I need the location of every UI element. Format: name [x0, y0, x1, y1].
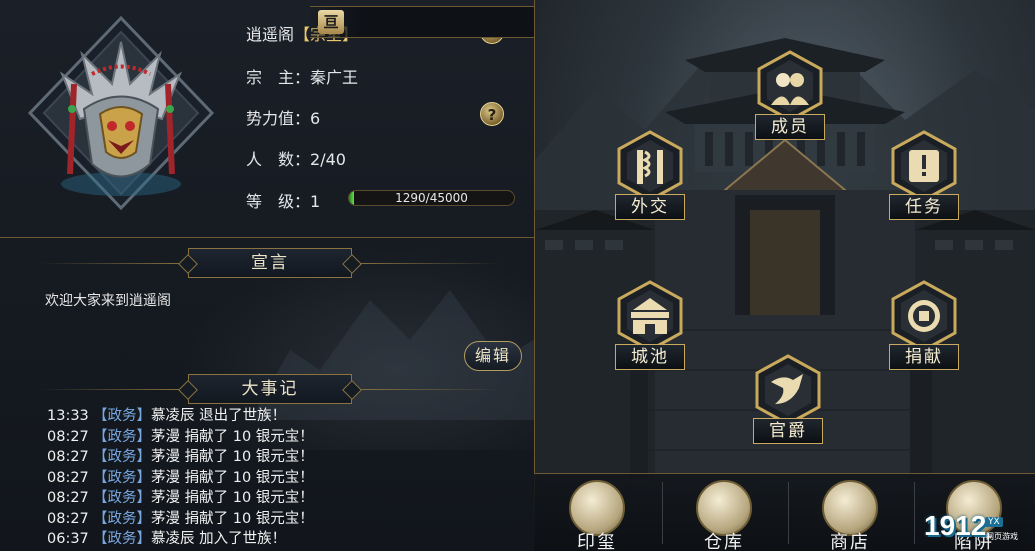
guild-info-panel: 逍遥阁【宗室】 宗 主：秦广王 势力值：6 人 数：2/40 等 级：1 ? ?…: [0, 0, 534, 551]
event-category: 【政务】: [93, 490, 151, 506]
members-icon: [757, 50, 823, 122]
donate-button[interactable]: 捐献: [885, 280, 963, 372]
donate-label: 捐献: [889, 344, 959, 370]
event-row: 06:37 【政务】慕凌辰 加入了世族！: [47, 529, 517, 550]
banner-line-left: [40, 389, 188, 390]
member-count-label: 人 数：: [246, 150, 311, 169]
event-row: 08:27 【政务】茅漫 捐献了 10 银元宝！: [47, 509, 517, 530]
event-time: 08:27: [47, 490, 89, 506]
guild-hall-scene: 成员 外交 任务 城池 捐献 官爵: [534, 0, 1035, 551]
event-row: 08:27 【政务】茅漫 捐献了 10 银元宝！: [47, 488, 517, 509]
leader-label: 宗 主：: [246, 68, 311, 87]
event-text: 茅漫 捐献了 10 银元宝！: [151, 449, 314, 465]
level-value: 1: [310, 192, 321, 211]
donate-icon: [891, 280, 957, 352]
help-icon[interactable]: ?: [480, 102, 504, 126]
event-category: 【政务】: [93, 531, 151, 547]
event-text: 茅漫 捐献了 10 银元宝！: [151, 490, 314, 506]
banner-line-right: [352, 263, 502, 264]
events-banner: 大事记: [188, 374, 352, 404]
banner-line-left: [40, 263, 188, 264]
shop-button[interactable]: 商店: [818, 480, 882, 551]
event-text: 慕凌辰 加入了世族！: [151, 531, 287, 547]
event-row: 08:27 【政务】茅漫 捐献了 10 银元宝！: [47, 427, 517, 448]
guild-leader-row: 宗 主：秦广王: [246, 64, 358, 88]
event-time: 06:37: [47, 531, 89, 547]
banner-line-right: [352, 389, 502, 390]
tasks-button[interactable]: 任务: [885, 130, 963, 222]
event-time: 08:27: [47, 449, 89, 465]
event-category: 【政务】: [93, 510, 151, 527]
declaration-text: 欢迎大家来到逍遥阁: [45, 293, 171, 309]
rank-button[interactable]: 官爵: [749, 354, 827, 446]
tasks-label: 任务: [889, 194, 959, 220]
event-text: 茅漫 捐献了 10 银元宝！: [151, 469, 314, 486]
bottom-separator: [662, 482, 663, 544]
event-time: 08:27: [47, 428, 89, 445]
site-watermark-tag: YX: [985, 517, 1003, 527]
city-button[interactable]: 城池: [611, 280, 689, 372]
warehouse-button[interactable]: 仓库: [692, 480, 756, 551]
members-button[interactable]: 成员: [751, 50, 829, 142]
guild-power-row: 势力值：6: [246, 105, 320, 129]
warehouse-label: 仓库: [704, 532, 744, 551]
member-count-value: 2/40: [310, 150, 346, 169]
guild-exp-bar: 1290/45000: [348, 190, 515, 206]
section-divider: [0, 237, 534, 238]
event-time: 08:27: [47, 510, 89, 527]
event-category: 【政务】: [93, 469, 151, 486]
event-time: 13:33: [47, 408, 89, 424]
edit-declaration-button[interactable]: 编辑: [464, 341, 522, 371]
event-text: 慕凌辰 退出了世族！: [151, 408, 287, 424]
city-label: 城池: [615, 344, 685, 370]
guild-emblem-icon: [27, 15, 215, 211]
title-emblem-icon: 亘: [318, 10, 344, 34]
site-watermark-sub: 网页游戏: [986, 532, 1018, 541]
event-text: 茅漫 捐献了 10 银元宝！: [151, 510, 314, 527]
event-text: 茅漫 捐献了 10 银元宝！: [151, 428, 314, 445]
event-category: 【政务】: [93, 449, 151, 465]
diplomacy-label: 外交: [615, 194, 685, 220]
guild-name: 逍遥阁: [246, 25, 295, 44]
power-value: 6: [310, 109, 321, 128]
event-row: 13:33 【政务】慕凌辰 退出了世族！: [47, 406, 517, 427]
bottom-separator: [788, 482, 789, 544]
city-icon: [617, 280, 683, 352]
tasks-icon: [891, 130, 957, 202]
guild-level-row: 等 级：1: [246, 188, 320, 212]
seal-button[interactable]: 印玺: [565, 480, 629, 551]
event-category: 【政务】: [93, 428, 151, 445]
level-label: 等 级：: [246, 192, 311, 211]
shop-label: 商店: [830, 532, 870, 551]
event-row: 08:27 【政务】茅漫 捐献了 10 银元宝！: [47, 447, 517, 468]
event-row: 08:27 【政务】茅漫 捐献了 10 银元宝！: [47, 468, 517, 489]
guild-member-count-row: 人 数：2/40: [246, 146, 346, 170]
power-label: 势力值：: [246, 109, 311, 128]
events-list: 13:33 【政务】慕凌辰 退出了世族！ 08:27 【政务】茅漫 捐献了 10 银…: [47, 406, 517, 550]
guild-exp-text: 1290/45000: [395, 191, 468, 205]
bottom-separator: [914, 482, 915, 544]
rank-label: 官爵: [753, 418, 823, 444]
event-time: 08:27: [47, 469, 89, 486]
site-watermark-logo: 1912: [924, 510, 987, 541]
seal-label: 印玺: [577, 532, 617, 551]
diplomacy-icon: [617, 130, 683, 202]
leader-value: 秦广王: [310, 68, 359, 87]
diplomacy-button[interactable]: 外交: [611, 130, 689, 222]
rank-icon: [755, 354, 821, 426]
declaration-banner: 宣言: [188, 248, 352, 278]
members-label: 成员: [755, 114, 825, 140]
event-category: 【政务】: [93, 408, 151, 424]
